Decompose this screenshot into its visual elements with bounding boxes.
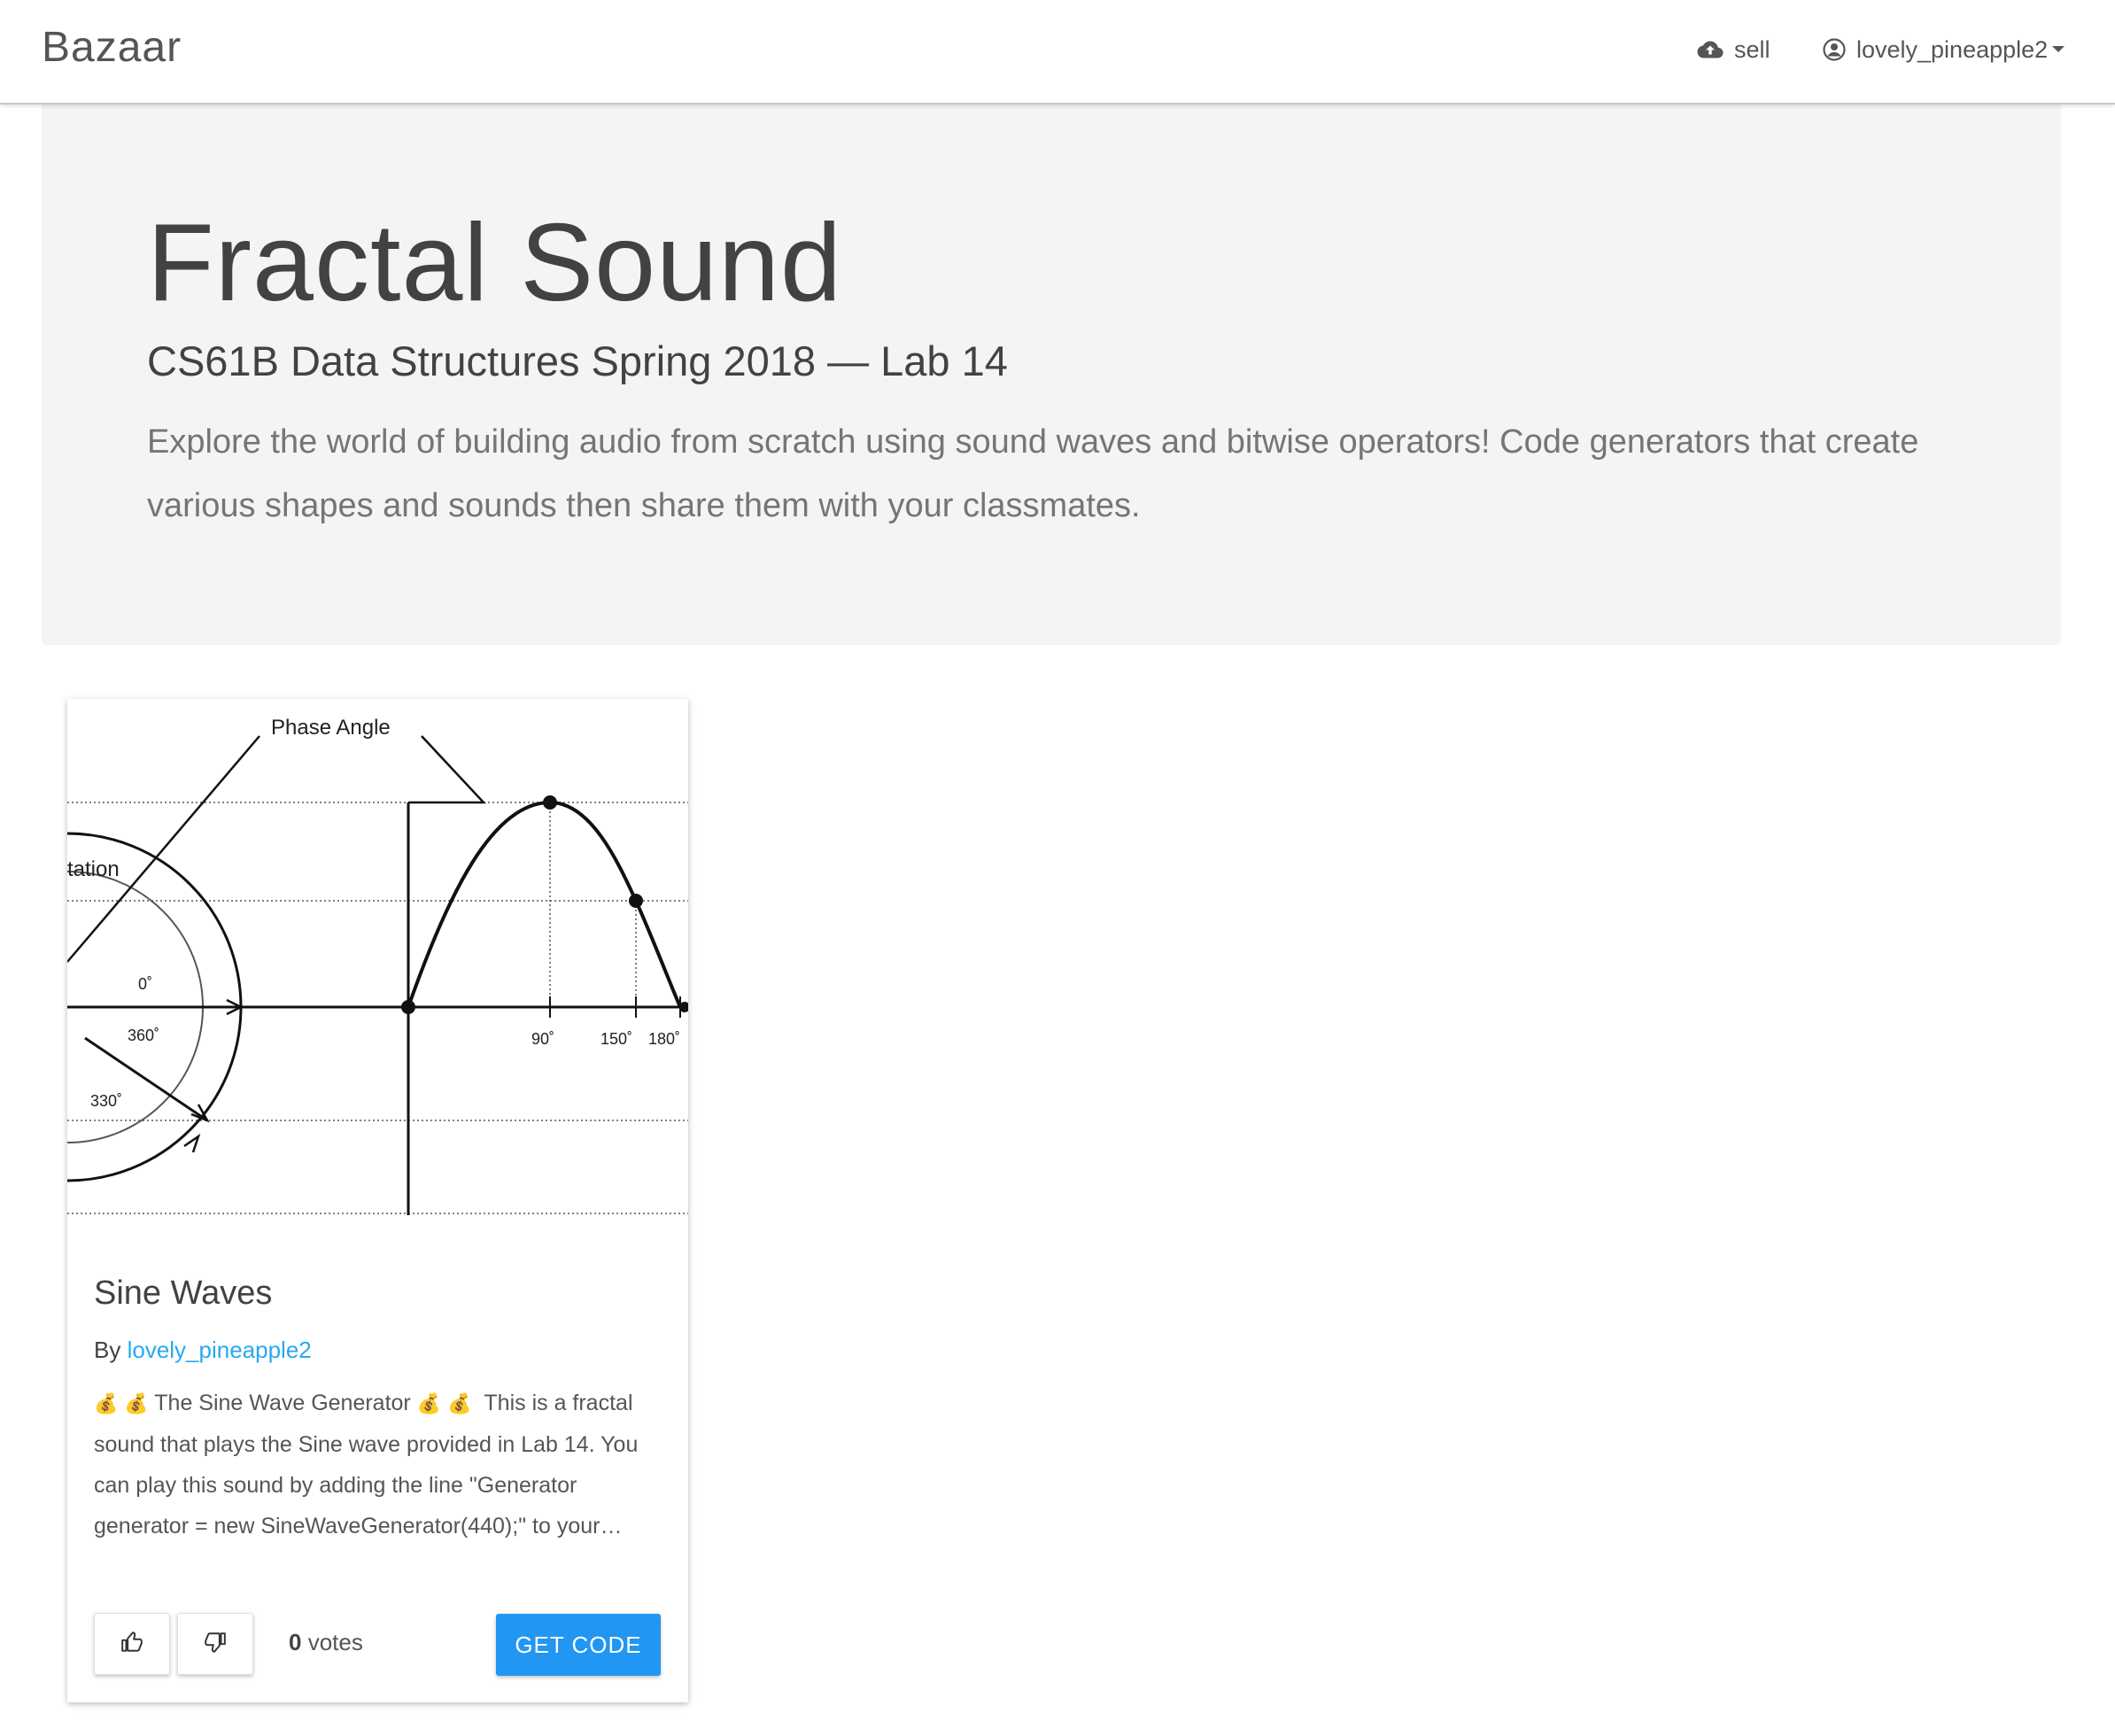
card-author-line: By lovely_pineapple2 — [94, 1337, 312, 1364]
deg-330-label: 330˚ — [90, 1092, 122, 1110]
vote-number: 0 — [289, 1629, 302, 1655]
vote-count: 0 votes — [289, 1629, 363, 1656]
deg-90-label: 90˚ — [531, 1030, 554, 1048]
card-image[interactable]: Phase Angle tation 0˚ 360˚ 330˚ 90˚ 150˚… — [67, 699, 688, 1219]
sell-label: sell — [1734, 35, 1770, 63]
sell-link[interactable]: sell — [1697, 32, 1770, 67]
card-title[interactable]: Sine Waves — [94, 1275, 272, 1313]
card-description: 💰 💰 The Sine Wave Generator 💰 💰 This is … — [94, 1383, 668, 1549]
desc-title: The Sine Wave Generator — [154, 1391, 411, 1415]
phase-angle-label: Phase Angle — [271, 716, 391, 740]
thumb-down-icon — [204, 1631, 227, 1658]
top-navbar: Bazaar sell lovely_pineapple2 — [0, 0, 2115, 105]
deg-180-label: 180˚ — [648, 1030, 680, 1048]
downvote-button[interactable] — [177, 1613, 253, 1675]
deg-360-label: 360˚ — [128, 1027, 159, 1044]
user-label: lovely_pineapple2 — [1856, 35, 2049, 63]
author-prefix: By — [94, 1337, 121, 1363]
get-code-button[interactable]: GET CODE — [496, 1614, 661, 1676]
money-bag-icon: 💰 — [447, 1392, 472, 1414]
money-bag-icon: 💰 — [124, 1392, 149, 1414]
course-description: Explore the world of building audio from… — [147, 423, 1919, 524]
page-title: Fractal Sound — [147, 202, 842, 324]
money-bag-icon: 💰 — [416, 1392, 442, 1414]
rotation-label: tation — [67, 857, 120, 881]
deg-150-label: 150˚ — [600, 1030, 632, 1048]
deg-0-label: 0˚ — [138, 975, 152, 993]
author-link[interactable]: lovely_pineapple2 — [128, 1337, 312, 1363]
cloud-upload-icon — [1697, 40, 1724, 59]
votes-label: votes — [307, 1629, 363, 1655]
account-circle-icon — [1823, 38, 1846, 61]
product-card: Phase Angle tation 0˚ 360˚ 330˚ 90˚ 150˚… — [67, 699, 688, 1702]
brand-logo[interactable]: Bazaar — [42, 23, 182, 72]
course-header: Fractal Sound CS61B Data Structures Spri… — [42, 105, 2061, 645]
thumb-up-icon — [120, 1631, 143, 1658]
caret-down-icon — [2051, 45, 2065, 54]
user-menu-dropdown[interactable]: lovely_pineapple2 — [1823, 32, 2065, 67]
money-bag-icon: 💰 — [94, 1392, 119, 1414]
course-subtitle: CS61B Data Structures Spring 2018 — Lab … — [147, 337, 1008, 384]
upvote-button[interactable] — [94, 1613, 170, 1675]
